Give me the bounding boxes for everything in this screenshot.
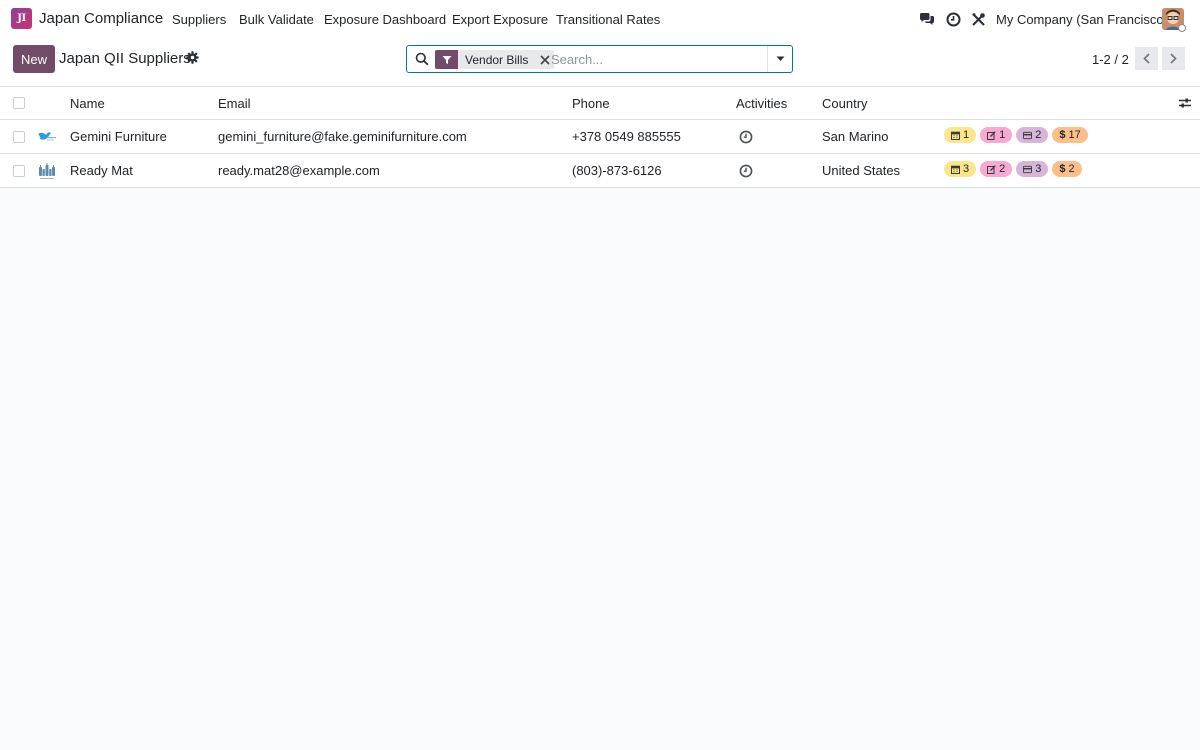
supplier-country: United States (822, 163, 901, 178)
pager-next-button[interactable] (1162, 47, 1185, 70)
column-header-name[interactable]: Name (70, 96, 105, 111)
badge-count: 2 (1068, 163, 1075, 175)
control-panel: New Japan QII Suppliers Vendor Bills 1-2… (0, 37, 1200, 87)
column-header-activities[interactable]: Activities (736, 96, 787, 111)
activity-clock-icon[interactable] (739, 164, 753, 178)
company-switcher[interactable]: My Company (San Francisco) (996, 12, 1168, 27)
search-options-toggle[interactable] (767, 46, 792, 72)
gear-icon[interactable] (186, 51, 199, 64)
dollar-icon: $ (1059, 163, 1066, 175)
search-input[interactable] (551, 50, 766, 69)
search-icon[interactable] (415, 52, 429, 66)
select-all-checkbox[interactable] (13, 97, 25, 109)
user-status-indicator (1178, 24, 1186, 32)
pager-previous-button[interactable] (1135, 47, 1158, 70)
table-row[interactable]: Gemini Furniture gemini_furniture@fake.g… (0, 120, 1200, 154)
dollar-badge[interactable]: $ 17 (1052, 127, 1088, 143)
card-badge[interactable]: 3 (1016, 161, 1049, 177)
page-title[interactable]: Japan QII Suppliers (59, 50, 191, 67)
credit-card-icon (1023, 165, 1033, 173)
menu-transitional-rates[interactable]: Transitional Rates (556, 12, 660, 27)
badge-count: 1 (999, 129, 1006, 141)
supplier-email[interactable]: ready.mat28@example.com (218, 163, 380, 178)
credit-card-icon (1023, 131, 1033, 139)
suppliers-table: Name Email Phone Activities Country Gemi… (0, 87, 1200, 188)
pager-value[interactable]: 1-2 / 2 (1092, 52, 1129, 67)
dollar-icon: $ (1059, 129, 1066, 141)
column-header-email[interactable]: Email (218, 96, 251, 111)
badge-count: 17 (1068, 129, 1081, 141)
tools-icon[interactable] (969, 10, 987, 28)
stat-badges: 1 1 2 $ 17 (944, 127, 1088, 143)
app-logo[interactable]: JI (11, 8, 32, 29)
badge-count: 2 (1035, 129, 1042, 141)
badge-count: 2 (999, 163, 1006, 175)
table-header: Name Email Phone Activities Country (0, 87, 1200, 120)
bird-logo-icon (37, 128, 57, 146)
supplier-email[interactable]: gemini_furniture@fake.geminifurniture.co… (218, 129, 467, 144)
filter-icon (435, 50, 458, 69)
filter-facet-label: Vendor Bills (465, 52, 529, 67)
table-row[interactable]: Ready Mat ready.mat28@example.com (803)-… (0, 154, 1200, 188)
supplier-name: Gemini Furniture (70, 129, 167, 144)
calendar-badge[interactable]: 3 (944, 161, 977, 177)
supplier-name: Ready Mat (70, 163, 133, 178)
calendar-badge[interactable]: 1 (944, 127, 977, 143)
new-button[interactable]: New (13, 45, 55, 73)
stat-badges: 3 2 3 $ 2 (944, 161, 1082, 177)
menu-exposure-dashboard[interactable]: Exposure Dashboard (324, 12, 446, 27)
optional-columns-icon[interactable] (1178, 96, 1192, 110)
column-header-phone[interactable]: Phone (572, 96, 610, 111)
dollar-badge[interactable]: $ 2 (1052, 161, 1082, 177)
menu-bulk-validate[interactable]: Bulk Validate (239, 12, 314, 27)
chevron-right-icon (1170, 53, 1177, 64)
edit-badge[interactable]: 1 (980, 127, 1013, 143)
card-badge[interactable]: 2 (1016, 127, 1049, 143)
edit-icon (987, 130, 996, 140)
filter-facet: Vendor Bills (435, 50, 555, 69)
edit-badge[interactable]: 2 (980, 161, 1013, 177)
edit-icon (987, 164, 996, 174)
activity-clock-icon[interactable] (739, 130, 753, 144)
menu-suppliers[interactable]: Suppliers (172, 12, 226, 27)
chat-icon[interactable] (918, 10, 936, 28)
supplier-phone[interactable]: (803)-873-6126 (572, 163, 662, 178)
bottles-logo-icon (37, 162, 57, 180)
top-navbar: JI Japan Compliance Suppliers Bulk Valid… (0, 0, 1200, 37)
supplier-country: San Marino (822, 129, 889, 144)
caret-down-icon (776, 56, 784, 61)
column-header-country[interactable]: Country (822, 96, 868, 111)
calendar-icon (951, 165, 960, 174)
search-bar: Vendor Bills (406, 45, 793, 73)
supplier-phone[interactable]: +378 0549 885555 (572, 129, 681, 144)
clock-icon[interactable] (944, 10, 962, 28)
app-name[interactable]: Japan Compliance (39, 10, 163, 27)
calendar-icon (951, 131, 960, 140)
menu-export-exposure[interactable]: Export Exposure (452, 12, 548, 27)
row-checkbox[interactable] (13, 165, 25, 177)
row-checkbox[interactable] (13, 131, 25, 143)
chevron-left-icon (1143, 53, 1150, 64)
badge-count: 3 (1035, 163, 1042, 175)
badge-count: 3 (963, 163, 970, 175)
badge-count: 1 (963, 129, 970, 141)
